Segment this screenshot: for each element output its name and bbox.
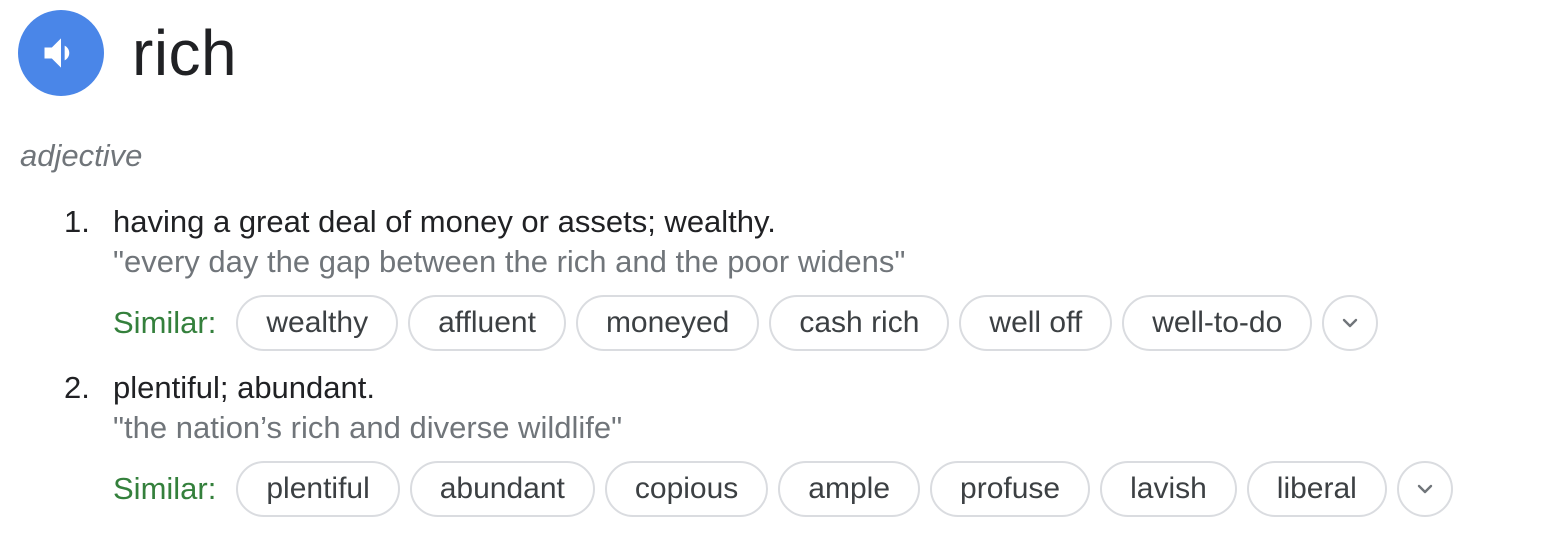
sense-definition: plentiful; abundant. xyxy=(113,370,375,405)
similar-chip-ample[interactable]: ample xyxy=(778,461,921,517)
chevron-down-icon xyxy=(1417,484,1433,494)
expand-similar-button[interactable] xyxy=(1396,461,1453,517)
similar-chip-well-off[interactable]: well off xyxy=(959,295,1113,351)
similar-chip-lavish[interactable]: lavish xyxy=(1100,461,1237,517)
sense-number: 2. xyxy=(64,370,90,405)
similar-chip-wealthy[interactable]: wealthy xyxy=(236,295,399,351)
similar-row: Similar: wealthy affluent moneyed cash r… xyxy=(113,294,1379,352)
similar-label: Similar: xyxy=(113,471,217,506)
similar-row: Similar: plentiful abundant copious ampl… xyxy=(113,460,1453,518)
similar-chip-cash-rich[interactable]: cash rich xyxy=(769,295,950,351)
similar-chip-plentiful[interactable]: plentiful xyxy=(236,461,400,517)
chevron-down-icon xyxy=(1343,318,1358,328)
part-of-speech: adjective xyxy=(20,138,143,173)
expand-similar-button[interactable] xyxy=(1322,295,1379,351)
speaker-volume-icon xyxy=(44,38,70,68)
entry-header: rich xyxy=(18,10,237,96)
sense-example: "every day the gap between the rich and … xyxy=(113,244,906,279)
similar-chip-copious[interactable]: copious xyxy=(604,461,769,517)
similar-chip-profuse[interactable]: profuse xyxy=(930,461,1091,517)
similar-chip-well-to-do[interactable]: well-to-do xyxy=(1122,295,1313,351)
headword: rich xyxy=(132,17,238,89)
similar-chip-liberal[interactable]: liberal xyxy=(1246,461,1387,517)
similar-label: Similar: xyxy=(113,305,217,340)
sense-example: "the nation’s rich and diverse wildlife" xyxy=(113,410,623,445)
sense-definition: having a great deal of money or assets; … xyxy=(113,204,776,239)
similar-chip-affluent[interactable]: affluent xyxy=(408,295,566,351)
similar-chip-moneyed[interactable]: moneyed xyxy=(575,295,760,351)
pronunciation-button[interactable] xyxy=(18,10,104,96)
sense-number: 1. xyxy=(64,204,90,239)
similar-chip-abundant[interactable]: abundant xyxy=(409,461,595,517)
